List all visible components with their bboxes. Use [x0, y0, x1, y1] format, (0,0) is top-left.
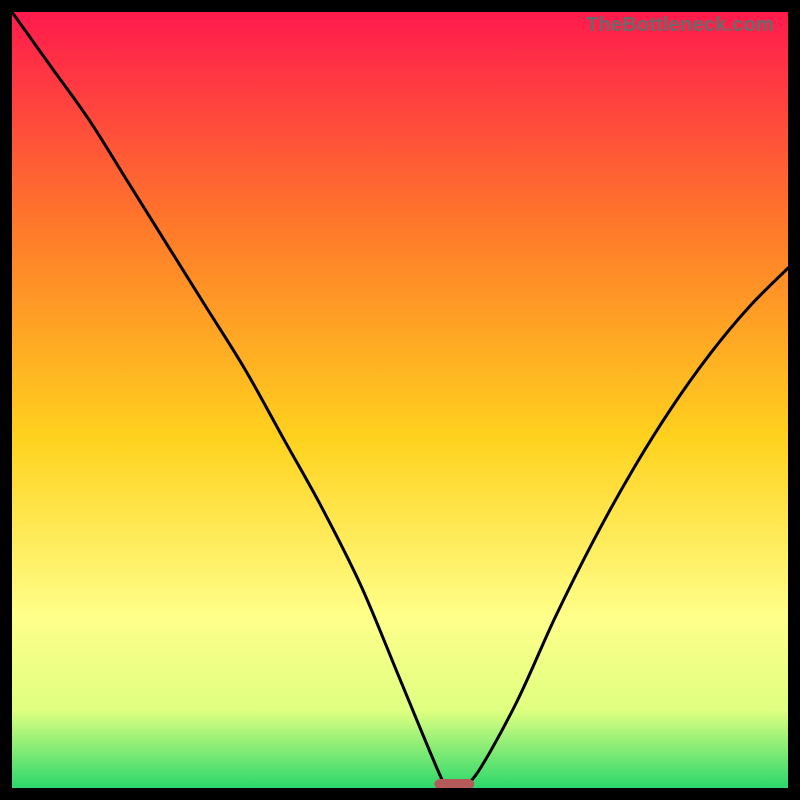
- chart-frame: TheBottleneck.com: [12, 12, 788, 788]
- watermark-text: TheBottleneck.com: [586, 14, 774, 37]
- gradient-fill: [12, 12, 788, 788]
- bottleneck-chart: [12, 12, 788, 788]
- optimal-marker: [435, 779, 474, 788]
